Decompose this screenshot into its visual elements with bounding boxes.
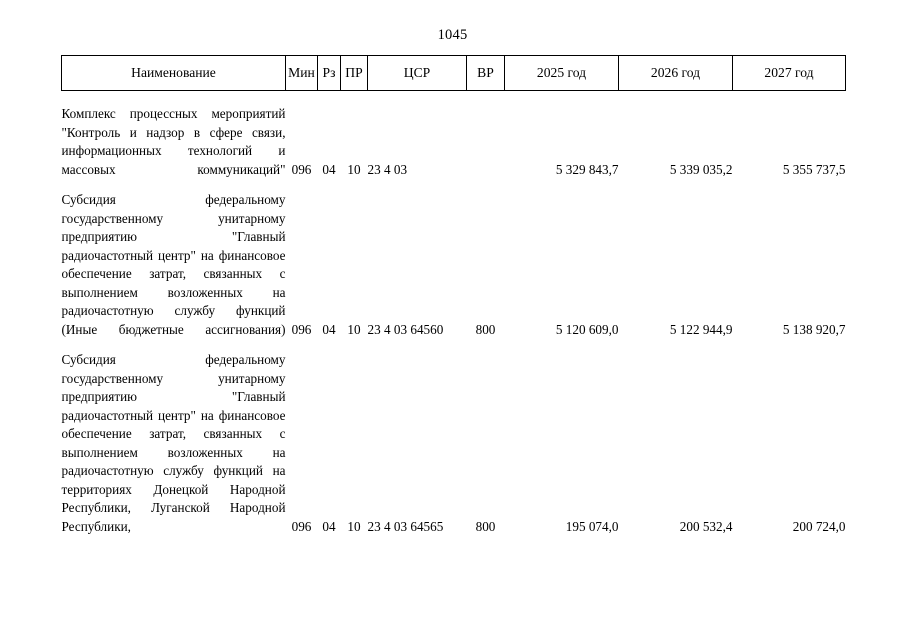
cell-2027: 200 724,0	[792, 518, 846, 534]
column-header-2025: 2025 год	[504, 55, 619, 91]
cell-min: 096	[291, 321, 312, 337]
cell-pr: 10	[347, 321, 361, 337]
column-header-csr: ЦСР	[367, 55, 467, 91]
cell-csr: 23 4 03 64565	[367, 518, 444, 534]
page-number: 1045	[437, 27, 468, 43]
column-header-pr: ПР	[340, 55, 368, 91]
table-header-row: Наименование Мин Рз ПР ЦСР ВР 2025 год 2…	[61, 55, 846, 91]
budget-table: Наименование Мин Рз ПР ЦСР ВР 2025 год 2…	[61, 55, 846, 536]
cell-2026: 200 532,4	[679, 518, 733, 534]
cell-name: Субсидия федеральному государственному у…	[61, 352, 286, 534]
table-row: Субсидия федеральному государственному у…	[62, 191, 846, 339]
table-top-gap-cell	[62, 91, 846, 106]
column-header-vr: ВР	[466, 55, 505, 91]
table-header: Наименование Мин Рз ПР ЦСР ВР 2025 год 2…	[61, 55, 846, 91]
budget-table-container: Наименование Мин Рз ПР ЦСР ВР 2025 год 2…	[61, 55, 846, 536]
document-page: 1045 Наименование Мин Рз ПР ЦСР ВР 2025 …	[0, 0, 905, 640]
cell-2027: 5 355 737,5	[782, 161, 846, 177]
cell-2027: 5 138 920,7	[782, 321, 846, 337]
cell-vr: 800	[475, 518, 496, 534]
row-spacer	[62, 179, 846, 191]
cell-2026: 5 122 944,9	[669, 321, 733, 337]
column-header-2026: 2026 год	[618, 55, 733, 91]
table-body: Комплекс процессных мероприятий "Контрол…	[62, 91, 846, 537]
cell-vr: 800	[475, 321, 496, 337]
column-header-name: Наименование	[61, 55, 286, 91]
cell-pr: 10	[347, 518, 361, 534]
cell-csr: 23 4 03 64560	[367, 321, 444, 337]
table-top-gap	[62, 91, 846, 106]
column-header-rz: Рз	[317, 55, 341, 91]
cell-rz: 04	[322, 161, 336, 177]
cell-2025: 5 329 843,7	[555, 161, 619, 177]
cell-vr	[467, 105, 505, 179]
cell-2026: 5 339 035,2	[669, 161, 733, 177]
cell-rz: 04	[322, 518, 336, 534]
row-spacer-cell	[62, 179, 846, 191]
cell-csr: 23 4 03	[367, 161, 408, 177]
table-row: Субсидия федеральному государственному у…	[62, 351, 846, 536]
table-row: Комплекс процессных мероприятий "Контрол…	[62, 105, 846, 179]
row-spacer-cell	[62, 339, 846, 351]
column-header-2027: 2027 год	[732, 55, 846, 91]
row-spacer	[62, 339, 846, 351]
cell-min: 096	[291, 518, 312, 534]
cell-name: Субсидия федеральному государственному у…	[61, 192, 286, 337]
cell-rz: 04	[322, 321, 336, 337]
cell-name: Комплекс процессных мероприятий "Контрол…	[61, 106, 286, 177]
cell-2025: 5 120 609,0	[555, 321, 619, 337]
cell-min: 096	[291, 161, 312, 177]
column-header-min: Мин	[285, 55, 318, 91]
cell-pr: 10	[347, 161, 361, 177]
cell-2025: 195 074,0	[565, 518, 619, 534]
